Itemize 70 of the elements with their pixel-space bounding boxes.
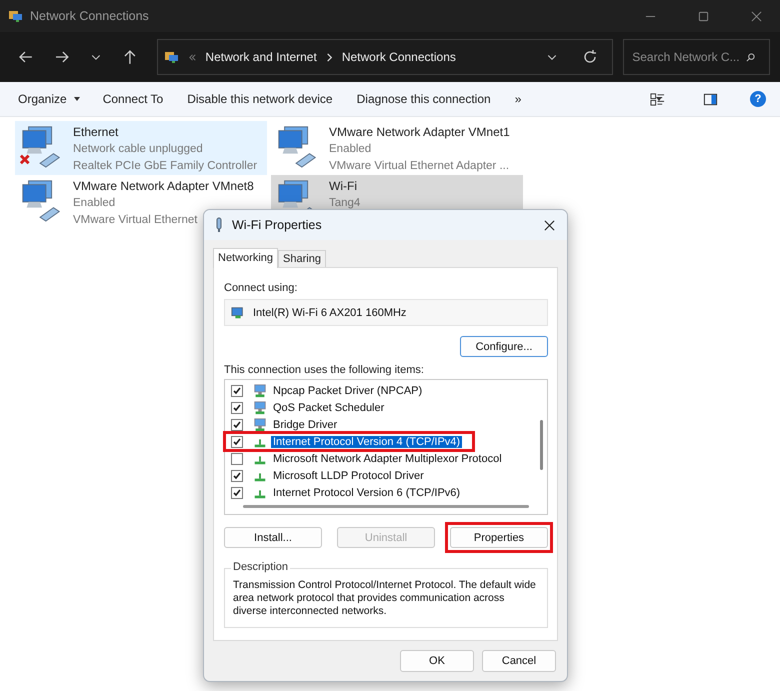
dropdown-arrow-icon[interactable] xyxy=(72,95,81,103)
overflow-chevron-icon[interactable] xyxy=(188,52,198,62)
help-button[interactable]: ? xyxy=(750,91,766,107)
list-item[interactable]: Microsoft Network Adapter Multiplexor Protocol xyxy=(271,452,504,464)
refresh-icon[interactable] xyxy=(582,49,598,65)
service-icon xyxy=(253,418,267,432)
breadcrumb[interactable]: Network Connections xyxy=(342,50,456,64)
network-folder-icon xyxy=(8,8,24,24)
adapter-text: Intel(R) Wi-Fi 6 AX201 160MHz xyxy=(253,306,406,318)
adapter-device: VMware Virtual Ethernet Adapter ... xyxy=(329,159,510,174)
toolbar-button[interactable]: Disable this network device xyxy=(187,92,333,106)
breadcrumb-separator-icon xyxy=(324,52,334,62)
adapter-device: Realtek PCIe GbE Family Controller xyxy=(73,159,258,174)
adapter-status: Enabled xyxy=(329,142,372,157)
adapter-status: Enabled xyxy=(73,196,116,211)
items-label: This connection uses the following items: xyxy=(224,364,425,376)
breadcrumb[interactable]: Network and Internet xyxy=(205,50,317,64)
toolbar-button[interactable]: Organize xyxy=(18,92,67,106)
list-item[interactable]: Npcap Packet Driver (NPCAP) xyxy=(271,384,424,396)
description-text: Transmission Control Protocol/Internet Protocol. The default wide area network protocol that provides communication across diverse interconnected networks. xyxy=(233,579,537,618)
network-folder-icon xyxy=(164,49,180,65)
list-item[interactable]: Internet Protocol Version 6 (TCP/IPv6) xyxy=(271,486,462,498)
list-item[interactable]: Bridge Driver xyxy=(271,418,340,430)
connect-using-label: Connect using: xyxy=(224,282,298,294)
toolbar-button[interactable]: Connect To xyxy=(102,92,164,106)
adapter-status: Tang4 xyxy=(329,196,360,211)
checkbox[interactable] xyxy=(231,402,243,414)
list-item[interactable]: Microsoft LLDP Protocol Driver xyxy=(271,470,426,482)
list-item[interactable]: QoS Packet Scheduler xyxy=(271,402,386,414)
checkbox[interactable] xyxy=(231,436,243,448)
tab[interactable]: Sharing xyxy=(278,250,326,267)
search-field[interactable]: Search Network C... xyxy=(623,39,770,75)
dropdown-arrow-icon[interactable] xyxy=(655,95,663,103)
list-item[interactable]: Internet Protocol Version 4 (TCP/IPv4) xyxy=(271,436,462,448)
search-icon xyxy=(746,52,756,62)
checkbox[interactable] xyxy=(231,384,243,396)
adapter-name: Wi-Fi xyxy=(329,178,357,195)
view-options-icon[interactable] xyxy=(650,92,665,106)
service-icon xyxy=(253,400,267,414)
dialog-button[interactable]: Cancel xyxy=(482,650,556,672)
more-commands-button[interactable]: » xyxy=(514,92,522,106)
network-adapter-icon xyxy=(231,306,245,320)
up-icon[interactable] xyxy=(122,49,138,65)
dialog-button[interactable]: Install... xyxy=(224,527,322,548)
dialog-button[interactable]: OK xyxy=(400,650,474,672)
configure-button[interactable]: Configure... xyxy=(460,336,548,357)
maximize-icon[interactable] xyxy=(698,10,709,22)
dialog-button[interactable]: Properties xyxy=(450,527,548,548)
window-title: Network Connections xyxy=(30,9,149,23)
adapter-status: Network cable unplugged xyxy=(73,142,203,157)
checkbox[interactable] xyxy=(231,418,243,430)
adapter-name: VMware Network Adapter VMnet8 xyxy=(73,178,254,195)
back-icon[interactable] xyxy=(18,49,34,65)
wifi-adapter-icon xyxy=(214,217,224,233)
preview-pane-icon[interactable] xyxy=(703,92,718,106)
adapter-item[interactable]: Ethernet Network cable unplugged Realtek PCIe GbE Family Controller xyxy=(15,121,267,175)
checkbox[interactable] xyxy=(231,452,243,464)
tab[interactable]: Networking xyxy=(213,248,278,268)
description-label: Description xyxy=(231,561,290,573)
forward-icon[interactable] xyxy=(54,49,70,65)
address-bar[interactable]: Network and Internet Network Connections xyxy=(157,39,614,75)
close-icon[interactable] xyxy=(544,220,555,230)
checkbox[interactable] xyxy=(231,470,243,482)
search-input[interactable]: Search Network C... xyxy=(632,50,746,64)
adapter-name: VMware Network Adapter VMnet1 xyxy=(329,124,510,141)
adapter-device: VMware Virtual Ethernet xyxy=(73,213,198,228)
adapter-name: Ethernet xyxy=(73,124,118,141)
toolbar-button[interactable]: Diagnose this connection xyxy=(356,92,491,106)
checkbox[interactable] xyxy=(231,486,243,498)
service-icon xyxy=(253,384,267,398)
